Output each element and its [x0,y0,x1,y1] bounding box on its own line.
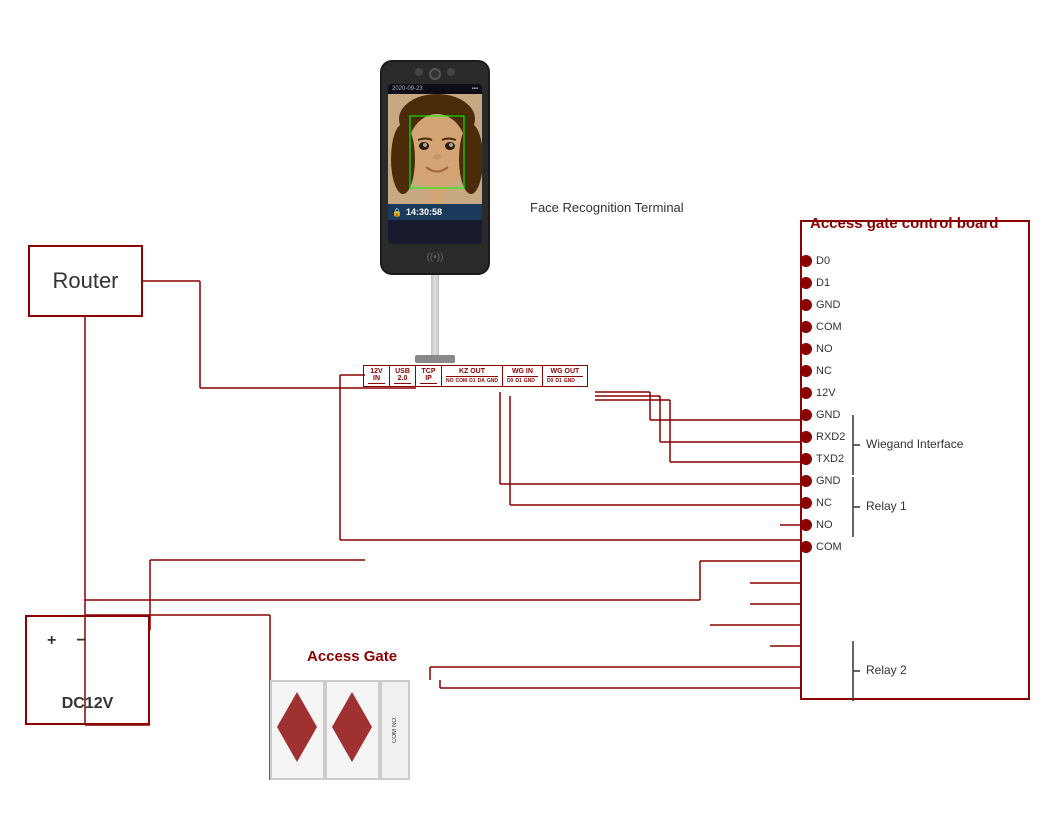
pin-label-txd2: TXD2 [816,453,851,465]
pin-dot-gnd1 [800,299,812,311]
pin-row-gnd3: GND [800,470,851,492]
terminal-pole [431,275,439,355]
pin-row-12v: 12V [800,382,851,404]
control-board-title: Access gate control board [810,215,998,232]
gate-panel-right [325,680,380,780]
terminal-camera [429,68,441,80]
battery-terminals: + − [47,632,86,650]
battery-box: + − DC12V [25,615,150,725]
pin-row-rxd2: RXD2 [800,426,851,448]
gate-connector-strip: NO COM [380,680,410,780]
diagram-container: 2020-09-23 ▪▪▪ [0,0,1060,828]
terminal-device: 2020-09-23 ▪▪▪ [380,60,490,275]
pin-dot-no2 [800,519,812,531]
battery-minus: − [76,632,85,650]
terminal-base [415,355,455,363]
router-label: Router [52,268,118,294]
pin-row-gnd1: GND [800,294,851,316]
pin-row-nc1: NC [800,360,851,382]
pin-row-nc2: NC [800,492,851,514]
conn-12v: 12VIN [364,366,390,386]
terminal-sensor-right [447,68,455,76]
pin-label-nc2: NC [816,497,851,509]
pin-dot-rxd2 [800,431,812,443]
connector-block: 12VIN USB2.0 TCPIP KZ OUT NO COM D1 DA G… [363,365,588,387]
conn-kzout: KZ OUT NO COM D1 DA GND [442,366,503,386]
conn-tcp: TCPIP [416,366,442,386]
pin-label-gnd1: GND [816,299,851,311]
pin-row-com1: COM [800,316,851,338]
reader-icon: ((•)) [427,252,444,263]
pin-dot-no1 [800,343,812,355]
battery-label: DC12V [62,695,114,713]
pin-label-com2: COM [816,541,851,553]
pin-dot-d0 [800,255,812,267]
pin-dot-d1 [800,277,812,289]
gate-pin-com: COM [392,729,398,743]
gate-wing-left [277,692,317,762]
pin-label-d1: D1 [816,277,851,289]
conn-usb: USB2.0 [390,366,416,386]
face-svg [388,94,482,204]
screen-signal: ▪▪▪ [472,86,478,92]
gate-panel-left [270,680,325,780]
pin-label-d0: D0 [816,255,851,267]
pin-label-rxd2: RXD2 [816,431,851,443]
pin-label-gnd3: GND [816,475,851,487]
pin-row-no1: NO [800,338,851,360]
terminal-screen: 2020-09-23 ▪▪▪ [388,84,482,244]
pin-row-d1: D1 [800,272,851,294]
gate-device: NO COM [270,680,410,780]
pin-label-12v: 12V [816,387,851,399]
time-display: 14:30:58 [406,207,442,217]
pin-label-nc1: NC [816,365,851,377]
pin-dot-gnd2 [800,409,812,421]
face-area [388,94,482,204]
terminal: 2020-09-23 ▪▪▪ [380,60,490,363]
terminal-sensor-left [415,68,423,76]
board-pins: D0 D1 GND COM NO NC 12V [800,250,851,558]
pin-dot-txd2 [800,453,812,465]
gate-wing-right [332,692,372,762]
pin-dot-nc1 [800,365,812,377]
pin-row-d0: D0 [800,250,851,272]
pin-label-no2: NO [816,519,851,531]
pin-row-com2: COM [800,536,851,558]
pin-dot-com2 [800,541,812,553]
pin-label-com1: COM [816,321,851,333]
access-gate-label: Access Gate [307,648,397,665]
pin-row-txd2: TXD2 [800,448,851,470]
conn-wgin: WG IN D0 D1 GND [503,366,543,386]
pin-label-no1: NO [816,343,851,355]
pin-row-no2: NO [800,514,851,536]
pin-dot-com1 [800,321,812,333]
pin-dot-gnd3 [800,475,812,487]
pin-row-gnd2: GND [800,404,851,426]
lock-icon: 🔒 [392,208,402,217]
router-box: Router [28,245,143,317]
terminal-label: Face Recognition Terminal [530,200,684,215]
card-reader: ((•)) [388,247,482,267]
gate-pin-no: NO [392,718,398,727]
screen-header: 2020-09-23 ▪▪▪ [388,84,482,94]
terminal-top-bar [388,68,482,80]
pin-label-gnd2: GND [816,409,851,421]
time-bar: 🔒 14:30:58 [388,204,482,220]
conn-wgout: WG OUT D0 D1 GND [543,366,587,386]
screen-date: 2020-09-23 [392,86,423,92]
pin-dot-nc2 [800,497,812,509]
pin-dot-12v [800,387,812,399]
battery-plus: + [47,632,56,650]
